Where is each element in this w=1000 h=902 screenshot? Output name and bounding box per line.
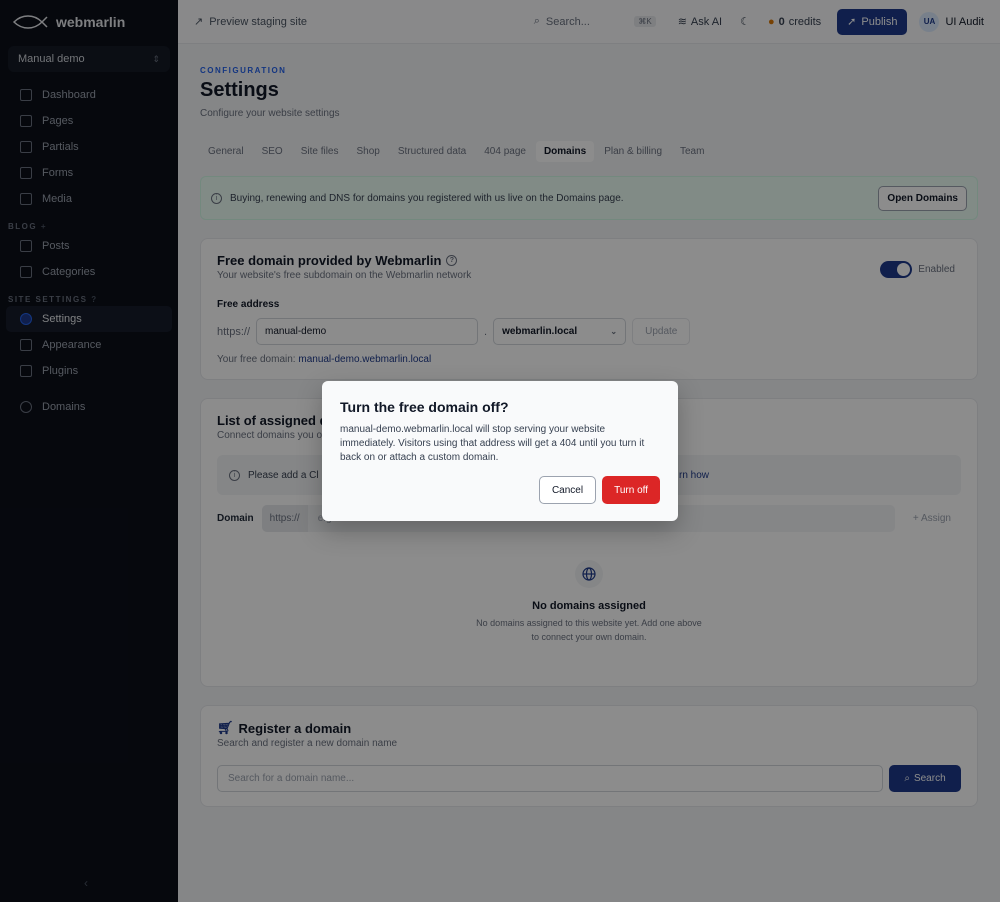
dialog-title: Turn the free domain off? — [340, 399, 509, 415]
turn-off-button[interactable]: Turn off — [602, 476, 660, 504]
confirm-dialog: Turn the free domain off? manual-demo.we… — [322, 381, 678, 521]
cancel-button[interactable]: Cancel — [538, 476, 597, 504]
dialog-text: manual-demo.webmarlin.local will stop se… — [340, 424, 645, 463]
